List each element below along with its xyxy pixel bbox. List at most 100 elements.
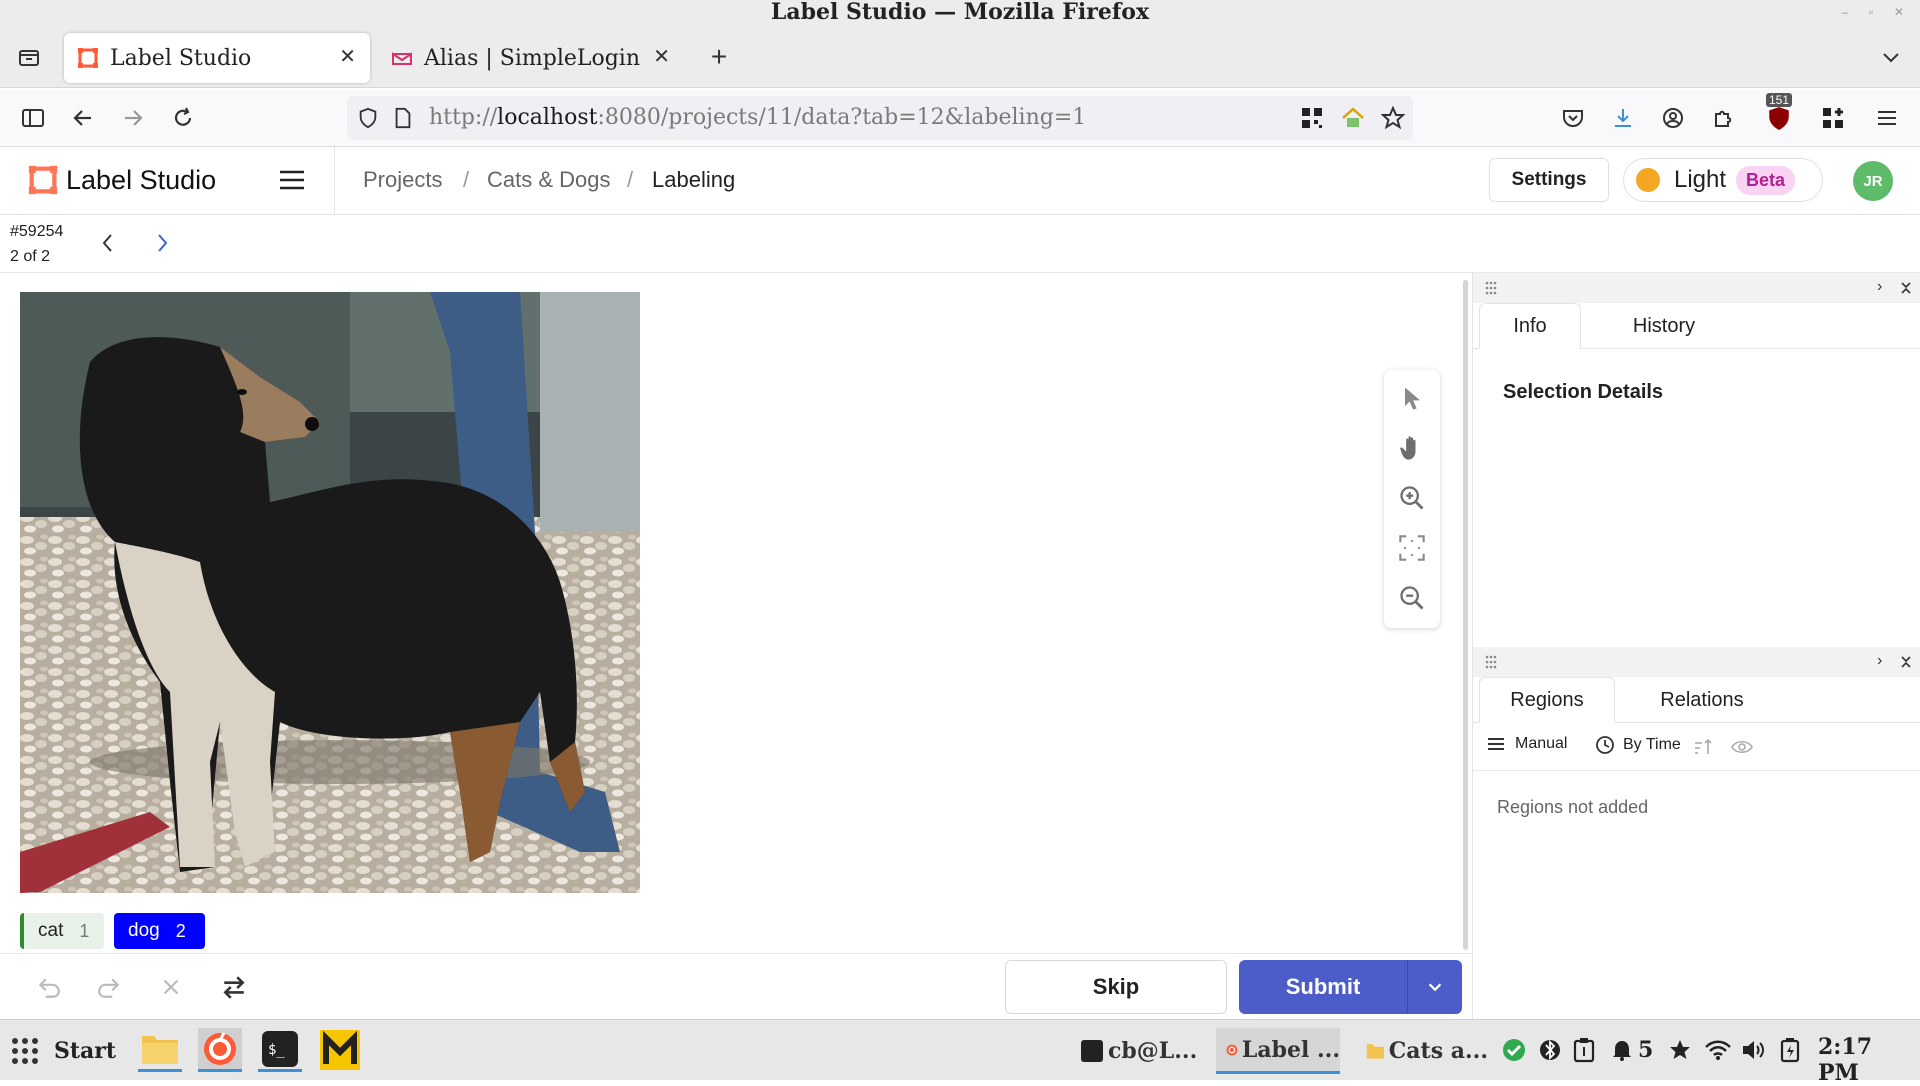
clock[interactable]: 2:17 PM (1818, 1034, 1920, 1086)
task-image[interactable] (20, 292, 640, 893)
forward-button[interactable] (118, 103, 148, 133)
settings-button[interactable]: Settings (1489, 158, 1609, 202)
label-dog[interactable]: dog 2 (114, 913, 205, 949)
folder-icon (1366, 1044, 1384, 1059)
tab-label-studio[interactable]: Label Studio ✕ (64, 33, 370, 83)
sun-icon (1636, 168, 1660, 192)
panel-collapse-icon[interactable] (1899, 281, 1913, 295)
account-button[interactable] (1658, 103, 1688, 133)
theme-toggle[interactable]: Light Beta (1623, 158, 1823, 202)
undo-button[interactable] (36, 974, 64, 1002)
task-terminal[interactable]: cb@L... (1080, 1028, 1202, 1074)
user-avatar[interactable]: JR (1853, 161, 1893, 201)
app-menu-button[interactable] (1872, 103, 1902, 133)
panel-collapse-icon[interactable] (1899, 655, 1913, 669)
tab-history[interactable]: History (1599, 303, 1729, 349)
ublock-button[interactable]: 151 (1762, 93, 1796, 135)
breadcrumb-project[interactable]: Cats & Dogs (487, 167, 611, 193)
label-cat[interactable]: cat 1 (20, 913, 104, 949)
pan-tool-button[interactable] (1398, 434, 1426, 462)
clock-icon (1596, 736, 1614, 754)
sort-direction-icon[interactable] (1693, 737, 1713, 757)
wifi-icon[interactable] (1704, 1036, 1732, 1064)
manual-order-button[interactable]: Manual (1487, 735, 1567, 753)
pocket-button[interactable] (1558, 103, 1588, 133)
compare-button[interactable] (221, 974, 249, 1002)
sidebar-toggle-button[interactable] (18, 103, 48, 133)
close-x-icon (163, 979, 179, 995)
close-tab-icon[interactable]: ✕ (339, 46, 356, 68)
close-window-button[interactable]: ✕ (1892, 5, 1906, 19)
panel-expand-icon[interactable]: › (1877, 652, 1882, 670)
status-ok-icon[interactable] (1500, 1036, 1528, 1064)
info-panel-header: › (1473, 273, 1920, 303)
label-studio-favicon-icon (78, 48, 98, 68)
tab-regions[interactable]: Regions (1479, 677, 1615, 723)
undo-icon (38, 978, 60, 998)
drag-handle-icon[interactable] (1485, 655, 1497, 669)
extensions-button[interactable] (1708, 103, 1738, 133)
tab-relations[interactable]: Relations (1633, 677, 1771, 723)
submit-options-button[interactable] (1407, 960, 1462, 1014)
bluetooth-icon[interactable] (1536, 1036, 1564, 1064)
battery-icon[interactable] (1776, 1036, 1804, 1064)
new-tab-button[interactable]: + (702, 40, 736, 74)
task-firefox[interactable]: Label ... (1216, 1028, 1340, 1074)
next-task-button[interactable] (150, 231, 176, 257)
close-tab-icon[interactable]: ✕ (653, 46, 670, 68)
header-divider (334, 147, 335, 215)
sort-by-time-button[interactable]: By Time (1595, 735, 1681, 755)
reset-button[interactable] (158, 974, 186, 1002)
favorites-star-icon[interactable] (1666, 1036, 1694, 1064)
info-tabs: Info History (1473, 303, 1920, 349)
canvas-scrollbar[interactable] (1463, 280, 1468, 950)
panel-expand-icon[interactable]: › (1877, 278, 1882, 296)
task-files[interactable]: Cats a... (1366, 1028, 1488, 1074)
main-menu-button[interactable] (278, 167, 308, 197)
clipboard-icon[interactable] (1570, 1036, 1598, 1064)
tab-list-icon (19, 50, 39, 66)
zoom-to-fit-button[interactable] (1398, 534, 1426, 562)
files-app-button[interactable] (138, 1028, 182, 1072)
downloads-button[interactable] (1608, 103, 1638, 133)
terminal-app-button[interactable]: $_ (258, 1028, 302, 1072)
grid-plus-icon (1823, 108, 1843, 128)
previous-task-button[interactable] (96, 231, 122, 257)
chevron-right-icon (158, 234, 168, 252)
volume-icon[interactable] (1740, 1036, 1768, 1064)
reload-icon (174, 107, 192, 126)
select-tool-button[interactable] (1398, 384, 1426, 412)
url-bar[interactable]: http://localhost:8080/projects/11/data?t… (347, 96, 1413, 140)
reload-button[interactable] (168, 103, 198, 133)
notifications-tray[interactable]: 5 (1610, 1036, 1656, 1064)
skip-button[interactable]: Skip (1005, 960, 1227, 1014)
tab-info[interactable]: Info (1479, 303, 1581, 349)
breadcrumb-projects[interactable]: Projects (363, 167, 442, 193)
view-recent-browsing-button[interactable] (14, 42, 44, 72)
extension-grid-button[interactable] (1818, 103, 1848, 133)
drag-handle-icon[interactable] (1485, 281, 1497, 295)
label-hotkey: 2 (175, 920, 186, 941)
firefox-app-button[interactable] (198, 1028, 242, 1072)
home-extension-icon[interactable] (1341, 106, 1365, 130)
back-button[interactable] (68, 103, 98, 133)
eye-icon[interactable] (1731, 737, 1753, 757)
start-button[interactable]: Start (10, 1020, 116, 1081)
star-bookmark-icon[interactable] (1381, 106, 1405, 130)
chevron-down-icon (1883, 53, 1899, 63)
zoom-in-button[interactable] (1398, 484, 1426, 512)
list-all-tabs-button[interactable] (1876, 42, 1906, 72)
maximize-button[interactable]: ▫ (1864, 5, 1878, 19)
zoom-out-button[interactable] (1398, 584, 1426, 612)
hamburger-menu-icon (280, 170, 304, 190)
regions-tabs: Regions Relations (1473, 677, 1920, 723)
folder-icon (142, 1035, 178, 1064)
qr-code-icon[interactable] (1301, 107, 1323, 129)
mail-app-button[interactable] (318, 1028, 362, 1072)
redo-button[interactable] (96, 974, 124, 1002)
simplelogin-favicon-icon (392, 52, 412, 65)
submit-button[interactable]: Submit (1239, 960, 1462, 1014)
tab-simplelogin[interactable]: Alias | SimpleLogin ✕ (380, 33, 682, 83)
minimize-button[interactable]: – (1838, 5, 1852, 19)
brand-logo[interactable]: Label Studio (26, 163, 216, 197)
